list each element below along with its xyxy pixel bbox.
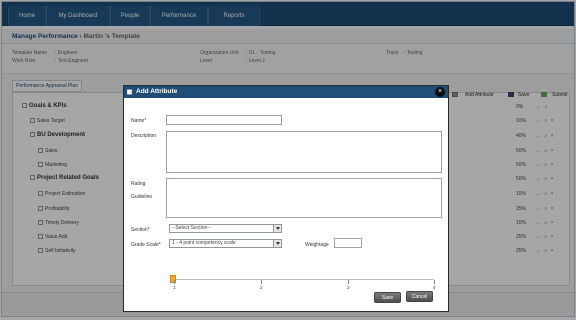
slider-tick [174, 280, 175, 284]
slider-tick [261, 280, 262, 284]
weightage-input[interactable] [334, 238, 362, 248]
section-label: Section* [131, 227, 150, 233]
add-attribute-dialog: Add Attribute × Name* Description Rating… [123, 85, 449, 312]
grade-scale-label: Grade Scale* [131, 242, 161, 248]
slider-mark-label: 1 [173, 285, 176, 290]
slider-tick [434, 280, 435, 284]
description-label: Description [131, 133, 157, 139]
save-button[interactable]: Save [374, 292, 401, 303]
rating-guideline-textarea[interactable] [166, 178, 442, 218]
chevron-down-icon[interactable] [273, 225, 281, 232]
guideline-label: Guideline [131, 194, 153, 200]
section-select-value: --Select Section-- [172, 225, 211, 231]
name-input[interactable] [166, 115, 282, 125]
grade-scale-select[interactable]: 1 - 4 point competency scale [169, 239, 282, 248]
slider-mark-label: 4 [433, 285, 436, 290]
rating-slider-handle[interactable] [170, 275, 176, 283]
slider-mark-label: 2 [260, 285, 263, 290]
dialog-title: Add Attribute [136, 88, 178, 95]
slider-tick [348, 280, 349, 284]
close-icon[interactable]: × [435, 87, 445, 97]
description-textarea[interactable] [166, 131, 442, 173]
grade-scale-select-value: 1 - 4 point competency scale [172, 240, 236, 246]
edit-icon [127, 89, 133, 95]
chevron-down-icon[interactable] [273, 240, 281, 247]
dialog-header: Add Attribute × [124, 86, 448, 98]
section-select[interactable]: --Select Section-- [169, 224, 282, 233]
slider-mark-label: 3 [347, 285, 350, 290]
name-label: Name* [131, 118, 147, 124]
rating-slider-track[interactable] [172, 279, 434, 280]
rating-label: Rating [131, 181, 146, 187]
cancel-button[interactable]: Cancel [406, 291, 433, 302]
weightage-label: Weightage [305, 242, 329, 248]
